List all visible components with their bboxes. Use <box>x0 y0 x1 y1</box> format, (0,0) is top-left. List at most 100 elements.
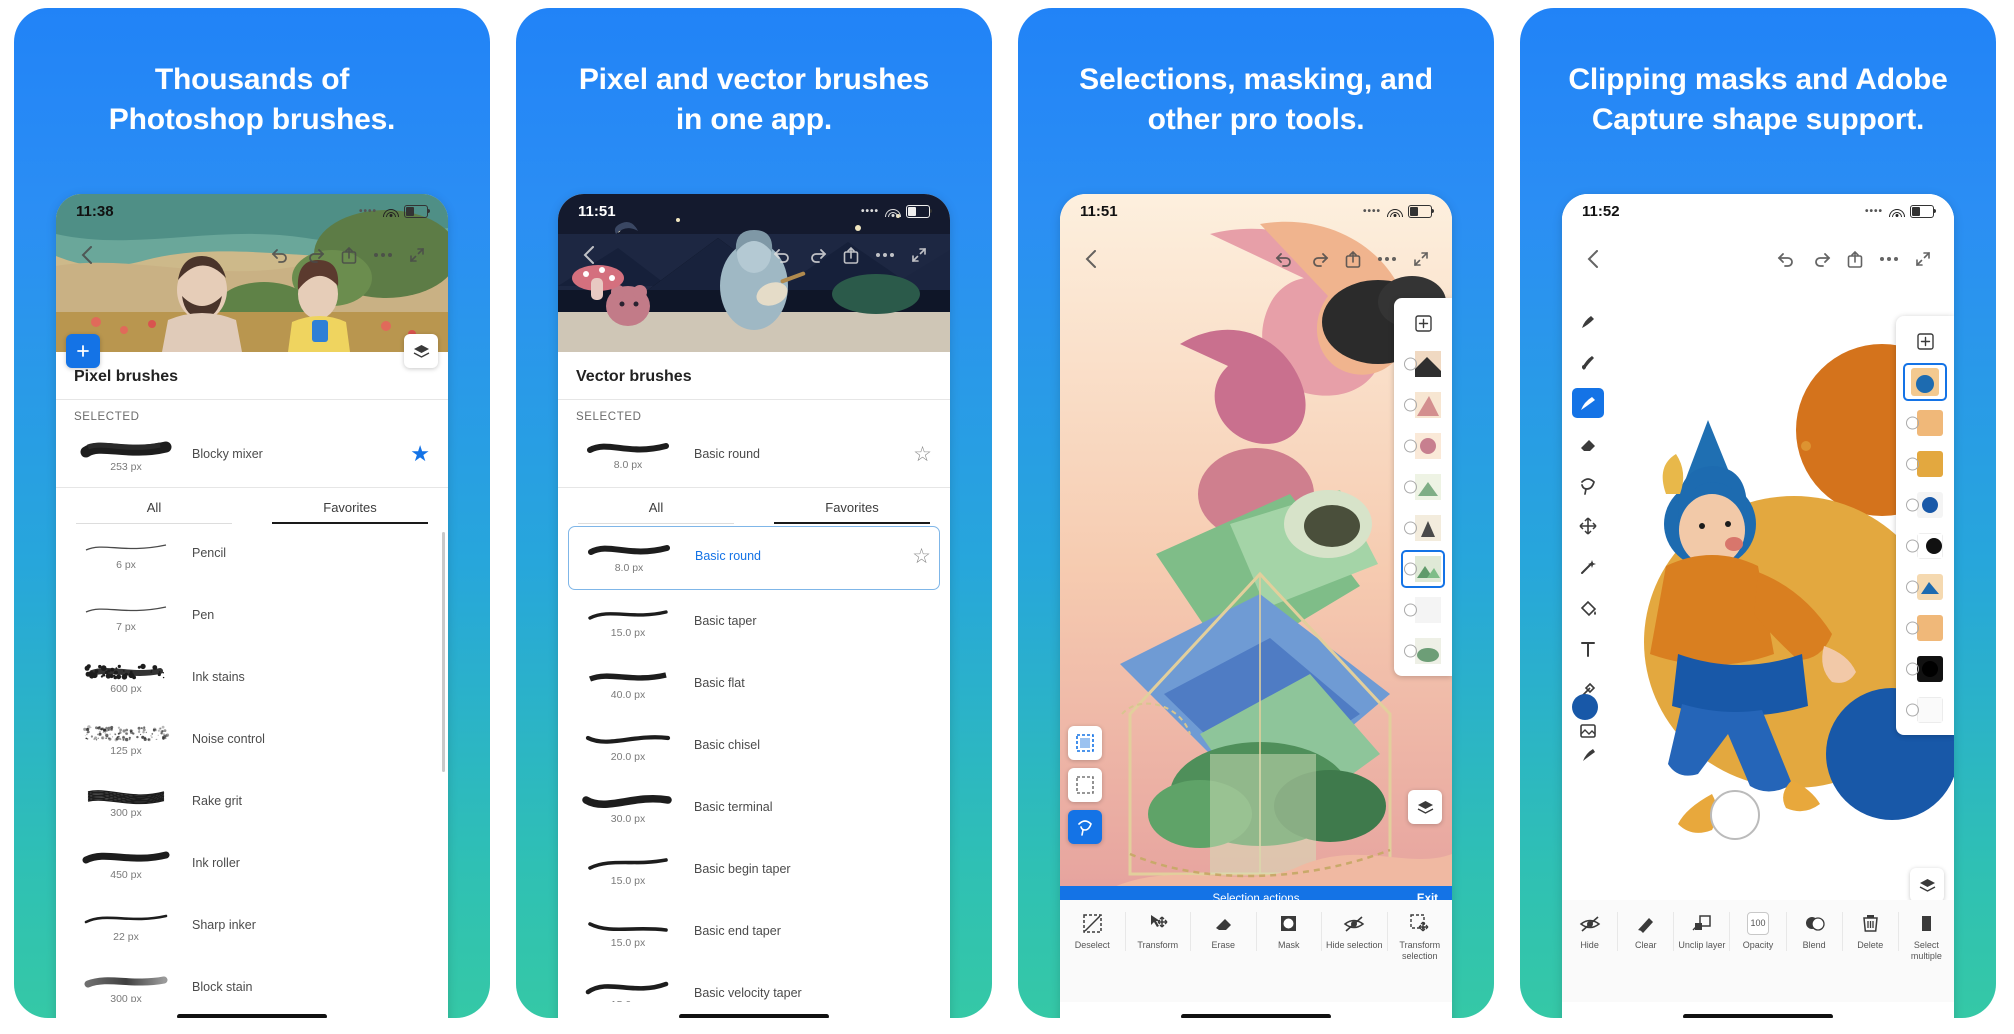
transform-tool-icon[interactable] <box>1572 511 1604 541</box>
selected-brush-row-2[interactable]: 8.0 px Basic round ☆ <box>558 425 950 488</box>
layers-button-1[interactable] <box>404 334 438 368</box>
text-tool-icon[interactable] <box>1572 634 1604 664</box>
brush-list-item[interactable]: 22 px Sharp inker <box>56 896 448 958</box>
brush-list-1[interactable]: 6 px Pencil 7 px Pen 600 px Ink stains 125 px N… <box>56 524 448 1002</box>
more-options-icon[interactable] <box>1872 244 1906 274</box>
share-icon[interactable] <box>834 240 868 270</box>
action-clear[interactable]: Clear <box>1618 912 1674 951</box>
action-unclip-layer[interactable]: Unclip layer <box>1674 912 1730 951</box>
fullscreen-icon[interactable] <box>1906 244 1940 274</box>
action-blend[interactable]: Blend <box>1787 912 1843 951</box>
brush-list-2[interactable]: 8.0 px Basic round ☆ 15.0 px Basic taper 40.0… <box>558 524 950 1002</box>
fullscreen-icon[interactable] <box>1404 244 1438 274</box>
layers-button-4[interactable] <box>1910 868 1944 902</box>
undo-icon[interactable] <box>766 240 800 270</box>
brush-list-item[interactable]: 30.0 px Basic terminal <box>558 778 950 840</box>
brush-list-item[interactable]: 15.0 px Basic velocity taper <box>558 964 950 1002</box>
action-transform[interactable]: Transform <box>1126 912 1192 951</box>
selection-marquee-icon[interactable] <box>1068 726 1102 760</box>
selection-subtract-icon[interactable] <box>1068 768 1102 802</box>
action-delete[interactable]: Delete <box>1843 912 1899 951</box>
magic-wand-tool-icon[interactable] <box>1572 552 1604 582</box>
brush-list-item-selected[interactable]: 8.0 px Basic round ☆ <box>568 526 940 590</box>
redo-icon[interactable] <box>298 240 332 270</box>
redo-icon[interactable] <box>1302 244 1336 274</box>
favorite-star-icon[interactable]: ☆ <box>913 444 932 465</box>
redo-icon[interactable] <box>1804 244 1838 274</box>
action-transform-selection[interactable]: Transform selection <box>1388 912 1453 962</box>
brush-list-item[interactable]: 20.0 px Basic chisel <box>558 716 950 778</box>
color-swatch-4[interactable] <box>1572 694 1598 720</box>
add-layer-button-1[interactable] <box>66 334 100 368</box>
brush-list-item[interactable]: 600 px Ink stains <box>56 648 448 710</box>
fill-tool-icon[interactable] <box>1572 593 1604 623</box>
brush-list-item[interactable]: 15.0 px Basic taper <box>558 592 950 654</box>
tab-all-1[interactable]: All <box>56 490 252 524</box>
layer-thumbnail[interactable] <box>1903 650 1947 688</box>
brush-list-item[interactable]: 300 px Rake grit <box>56 772 448 834</box>
tab-all-2[interactable]: All <box>558 490 754 524</box>
layer-thumbnail[interactable] <box>1401 345 1445 383</box>
layer-strip-3[interactable] <box>1394 298 1452 676</box>
selection-tools-3[interactable] <box>1068 726 1102 844</box>
share-icon[interactable] <box>1336 244 1370 274</box>
layer-strip-4[interactable] <box>1896 316 1954 735</box>
undo-icon[interactable] <box>264 240 298 270</box>
layer-thumbnail[interactable] <box>1903 691 1947 729</box>
eraser-tool-icon[interactable] <box>1572 429 1604 459</box>
layer-thumbnail[interactable] <box>1401 468 1445 506</box>
brush-list-item[interactable]: 125 px Noise control <box>56 710 448 772</box>
more-options-icon[interactable] <box>1370 244 1404 274</box>
action-erase[interactable]: Erase <box>1191 912 1257 951</box>
brush-tool-icon[interactable] <box>1572 306 1604 336</box>
brush-settings-icon[interactable] <box>1573 740 1605 770</box>
add-layer-button-4[interactable] <box>1903 322 1947 360</box>
undo-icon[interactable] <box>1770 244 1804 274</box>
action-select-multiple[interactable]: Select multiple <box>1899 912 1954 962</box>
redo-icon[interactable] <box>800 240 834 270</box>
layer-thumbnail[interactable] <box>1903 404 1947 442</box>
smudge-tool-icon[interactable] <box>1572 347 1604 377</box>
layer-thumbnail-selected[interactable] <box>1903 363 1947 401</box>
back-icon[interactable] <box>572 240 606 270</box>
tab-favorites-1[interactable]: Favorites <box>252 490 448 524</box>
brush-list-item[interactable]: 15.0 px Basic end taper <box>558 902 950 964</box>
lasso-select-icon[interactable] <box>1068 810 1102 844</box>
brush-list-item[interactable]: 40.0 px Basic flat <box>558 654 950 716</box>
more-options-icon[interactable] <box>366 240 400 270</box>
layer-thumbnail[interactable] <box>1903 445 1947 483</box>
action-hide-selection[interactable]: Hide selection <box>1322 912 1388 951</box>
tool-palette-4[interactable] <box>1568 306 1608 746</box>
layer-thumbnail-selected[interactable] <box>1401 550 1445 588</box>
action-opacity[interactable]: 100 Opacity <box>1730 912 1786 951</box>
back-icon[interactable] <box>1576 244 1610 274</box>
layers-button-3[interactable] <box>1408 790 1442 824</box>
layer-thumbnail[interactable] <box>1401 386 1445 424</box>
brush-list-item[interactable]: 450 px Ink roller <box>56 834 448 896</box>
layer-thumbnail[interactable] <box>1903 486 1947 524</box>
mixer-brush-tool-icon[interactable] <box>1572 388 1604 418</box>
add-layer-button-3[interactable] <box>1401 304 1445 342</box>
share-icon[interactable] <box>1838 244 1872 274</box>
layer-thumbnail[interactable] <box>1401 632 1445 670</box>
brush-list-item[interactable]: 15.0 px Basic begin taper <box>558 840 950 902</box>
tab-favorites-2[interactable]: Favorites <box>754 490 950 524</box>
fullscreen-icon[interactable] <box>902 240 936 270</box>
layer-thumbnail[interactable] <box>1903 527 1947 565</box>
fullscreen-icon[interactable] <box>400 240 434 270</box>
back-icon[interactable] <box>1074 244 1108 274</box>
back-icon[interactable] <box>70 240 104 270</box>
layer-thumbnail[interactable] <box>1401 427 1445 465</box>
selected-brush-row-1[interactable]: 253 px Blocky mixer ★ <box>56 425 448 488</box>
brush-list-item[interactable]: 300 px Block stain <box>56 958 448 1002</box>
layer-thumbnail[interactable] <box>1903 568 1947 606</box>
action-deselect[interactable]: Deselect <box>1060 912 1126 951</box>
layer-thumbnail[interactable] <box>1903 609 1947 647</box>
more-options-icon[interactable] <box>868 240 902 270</box>
action-mask[interactable]: Mask <box>1257 912 1323 951</box>
action-hide[interactable]: Hide <box>1562 912 1618 951</box>
favorite-star-icon[interactable]: ★ <box>410 443 430 465</box>
share-icon[interactable] <box>332 240 366 270</box>
layer-thumbnail[interactable] <box>1401 591 1445 629</box>
undo-icon[interactable] <box>1268 244 1302 274</box>
